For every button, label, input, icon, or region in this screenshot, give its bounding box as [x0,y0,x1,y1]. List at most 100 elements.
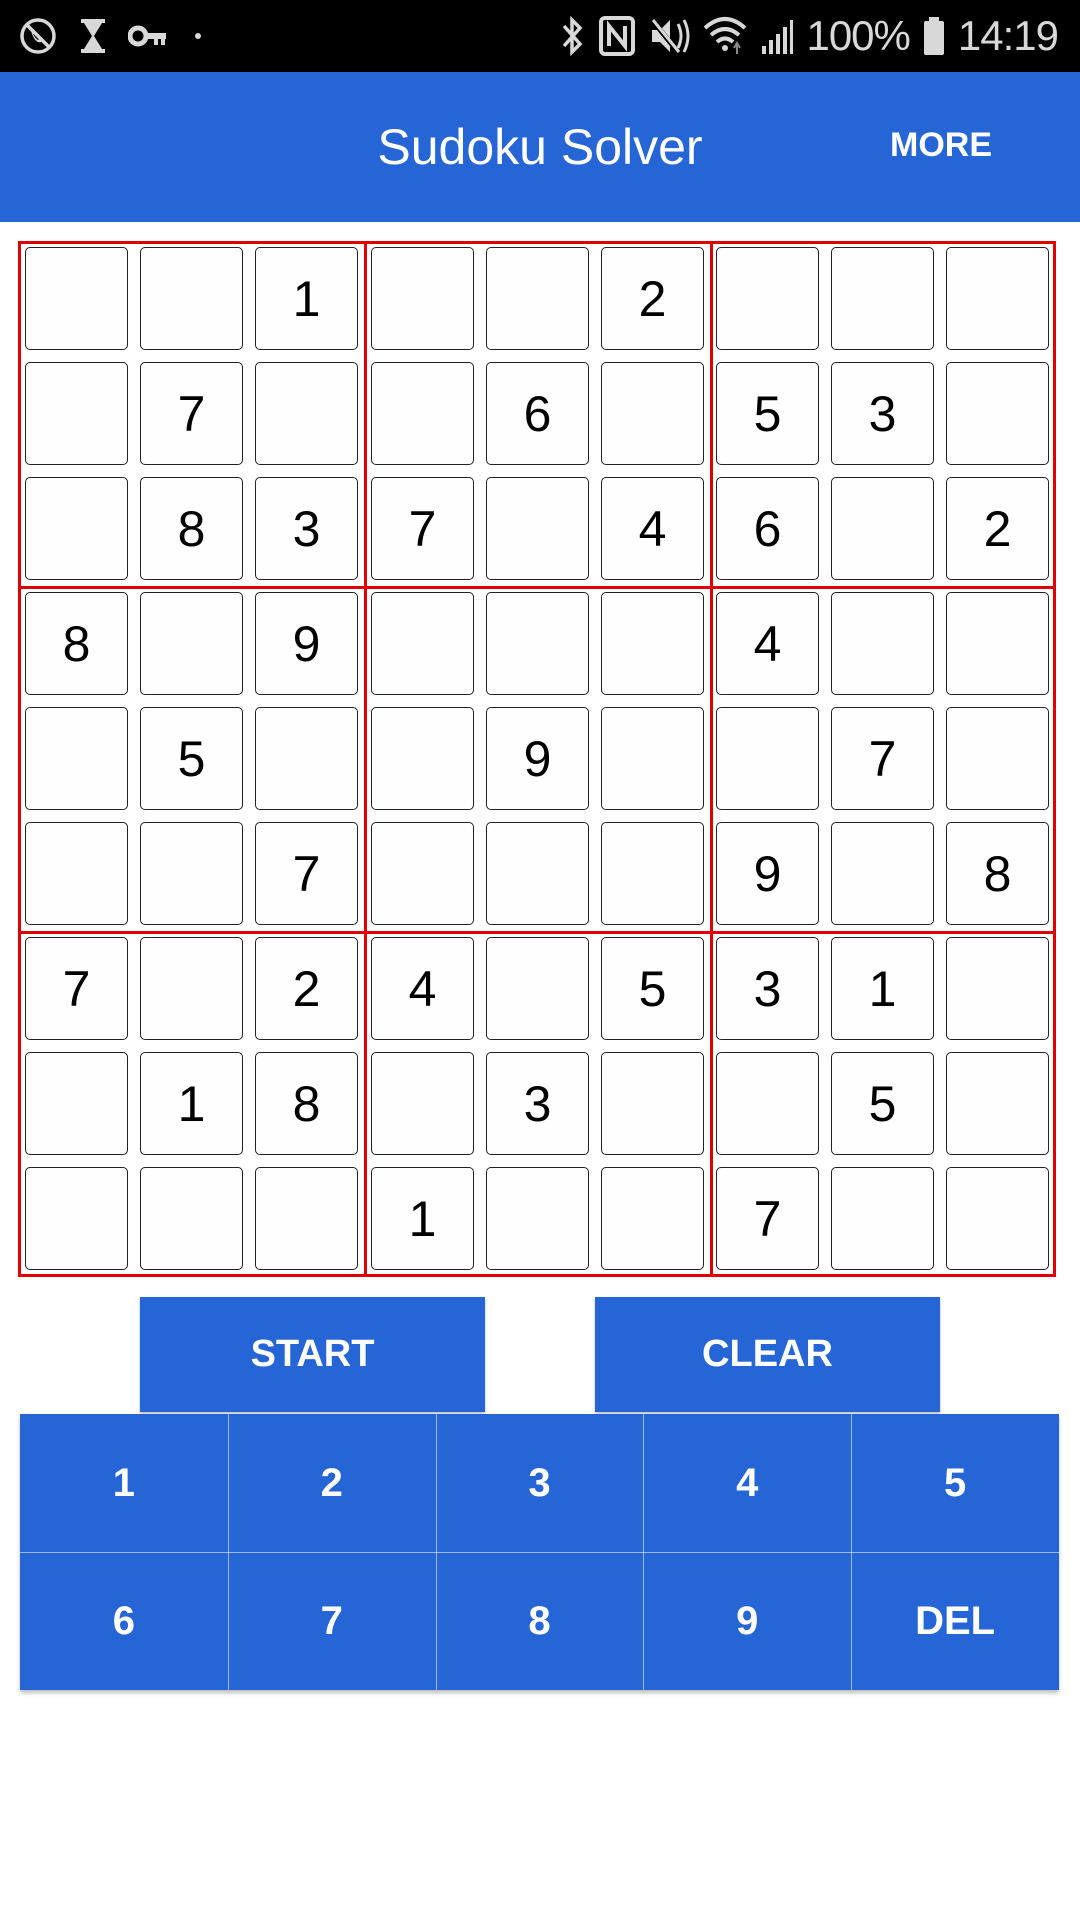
sudoku-cell[interactable] [371,822,474,925]
sudoku-cell[interactable] [25,707,128,810]
sudoku-cell[interactable] [486,822,589,925]
number-key-8[interactable]: 8 [436,1552,644,1690]
sudoku-cell[interactable] [140,592,243,695]
sudoku-cell[interactable] [946,937,1049,1040]
sudoku-cell[interactable]: 9 [716,822,819,925]
sudoku-cell[interactable]: 5 [601,937,704,1040]
sudoku-cell[interactable] [946,362,1049,465]
sudoku-cell[interactable] [486,1167,589,1270]
sudoku-cell[interactable] [140,1167,243,1270]
sudoku-cell[interactable] [25,477,128,580]
sudoku-cell[interactable]: 8 [946,822,1049,925]
sudoku-cell[interactable]: 3 [255,477,358,580]
clear-button[interactable]: CLEAR [595,1297,940,1412]
sudoku-cell[interactable]: 5 [716,362,819,465]
sudoku-cell[interactable]: 7 [25,937,128,1040]
sudoku-cell[interactable]: 2 [946,477,1049,580]
sudoku-cell[interactable]: 5 [140,707,243,810]
sudoku-cell[interactable]: 8 [140,477,243,580]
number-key-4[interactable]: 4 [643,1414,851,1552]
sudoku-cell[interactable]: 1 [140,1052,243,1155]
sudoku-cell[interactable]: 4 [601,477,704,580]
sudoku-cell[interactable]: 7 [140,362,243,465]
sudoku-cell[interactable] [716,1052,819,1155]
sudoku-cell[interactable] [140,822,243,925]
sudoku-cell[interactable] [486,247,589,350]
grid-horizontal-line [18,931,1056,934]
sudoku-cell[interactable] [946,1052,1049,1155]
sudoku-cell[interactable] [25,362,128,465]
number-key-7[interactable]: 7 [228,1552,436,1690]
sudoku-grid: 127653837462894597798724531183517 [18,241,1056,1277]
number-key-3[interactable]: 3 [436,1414,644,1552]
sudoku-cell[interactable] [25,822,128,925]
sudoku-cell[interactable]: 2 [255,937,358,1040]
sudoku-cell[interactable] [371,707,474,810]
status-left-icons [18,14,208,58]
sudoku-cell[interactable]: 6 [486,362,589,465]
battery-percent: 100% [806,12,910,59]
sudoku-cell[interactable]: 4 [371,937,474,1040]
sudoku-cell[interactable] [946,592,1049,695]
sudoku-cell[interactable] [486,937,589,1040]
sudoku-cell[interactable] [601,1052,704,1155]
sudoku-cell[interactable]: 7 [371,477,474,580]
sudoku-cell[interactable]: 9 [255,592,358,695]
sudoku-cell[interactable] [25,247,128,350]
sudoku-cell[interactable] [486,592,589,695]
sudoku-cell[interactable] [716,707,819,810]
sudoku-cell[interactable]: 6 [716,477,819,580]
sudoku-cell[interactable] [601,1167,704,1270]
sudoku-cell[interactable]: 7 [831,707,934,810]
sudoku-cell[interactable] [371,362,474,465]
mute-icon [648,14,690,58]
sudoku-cell[interactable] [255,1167,358,1270]
sudoku-cell[interactable] [25,1052,128,1155]
sudoku-cell[interactable] [831,247,934,350]
sudoku-cell[interactable]: 4 [716,592,819,695]
sudoku-cell[interactable]: 8 [255,1052,358,1155]
sudoku-cell[interactable] [601,592,704,695]
sudoku-cell[interactable] [831,592,934,695]
sudoku-cell[interactable]: 1 [371,1167,474,1270]
sudoku-cell[interactable] [371,247,474,350]
start-button[interactable]: START [140,1297,485,1412]
more-menu-button[interactable]: MORE [890,126,992,165]
sudoku-cell[interactable] [601,707,704,810]
sudoku-cell[interactable]: 7 [716,1167,819,1270]
number-key-2[interactable]: 2 [228,1414,436,1552]
sudoku-cell[interactable] [831,477,934,580]
sudoku-cell[interactable]: 1 [255,247,358,350]
sudoku-cell[interactable]: 5 [831,1052,934,1155]
number-key-6[interactable]: 6 [20,1552,228,1690]
sudoku-cell[interactable] [831,822,934,925]
sudoku-cell[interactable] [255,707,358,810]
sudoku-cell[interactable] [601,362,704,465]
sudoku-cell[interactable]: 3 [831,362,934,465]
sudoku-cell[interactable]: 1 [831,937,934,1040]
sudoku-cell[interactable] [946,707,1049,810]
nfc-icon [598,14,636,58]
sudoku-cell[interactable] [486,477,589,580]
sudoku-cell[interactable]: 9 [486,707,589,810]
sudoku-cell[interactable] [25,1167,128,1270]
sudoku-cell[interactable]: 7 [255,822,358,925]
sudoku-cell[interactable] [946,1167,1049,1270]
sudoku-cell[interactable] [140,937,243,1040]
sudoku-cell[interactable] [371,592,474,695]
sudoku-cell[interactable] [371,1052,474,1155]
sudoku-cell[interactable]: 3 [716,937,819,1040]
sudoku-cell[interactable]: 2 [601,247,704,350]
sudoku-cell[interactable]: 8 [25,592,128,695]
number-key-1[interactable]: 1 [20,1414,228,1552]
sudoku-cell[interactable]: 3 [486,1052,589,1155]
sudoku-cell[interactable] [255,362,358,465]
delete-key[interactable]: DEL [851,1552,1059,1690]
sudoku-cell[interactable] [601,822,704,925]
sudoku-cell[interactable] [831,1167,934,1270]
number-key-5[interactable]: 5 [851,1414,1059,1552]
sudoku-cell[interactable] [946,247,1049,350]
sudoku-cell[interactable] [140,247,243,350]
sudoku-cell[interactable] [716,247,819,350]
number-key-9[interactable]: 9 [643,1552,851,1690]
